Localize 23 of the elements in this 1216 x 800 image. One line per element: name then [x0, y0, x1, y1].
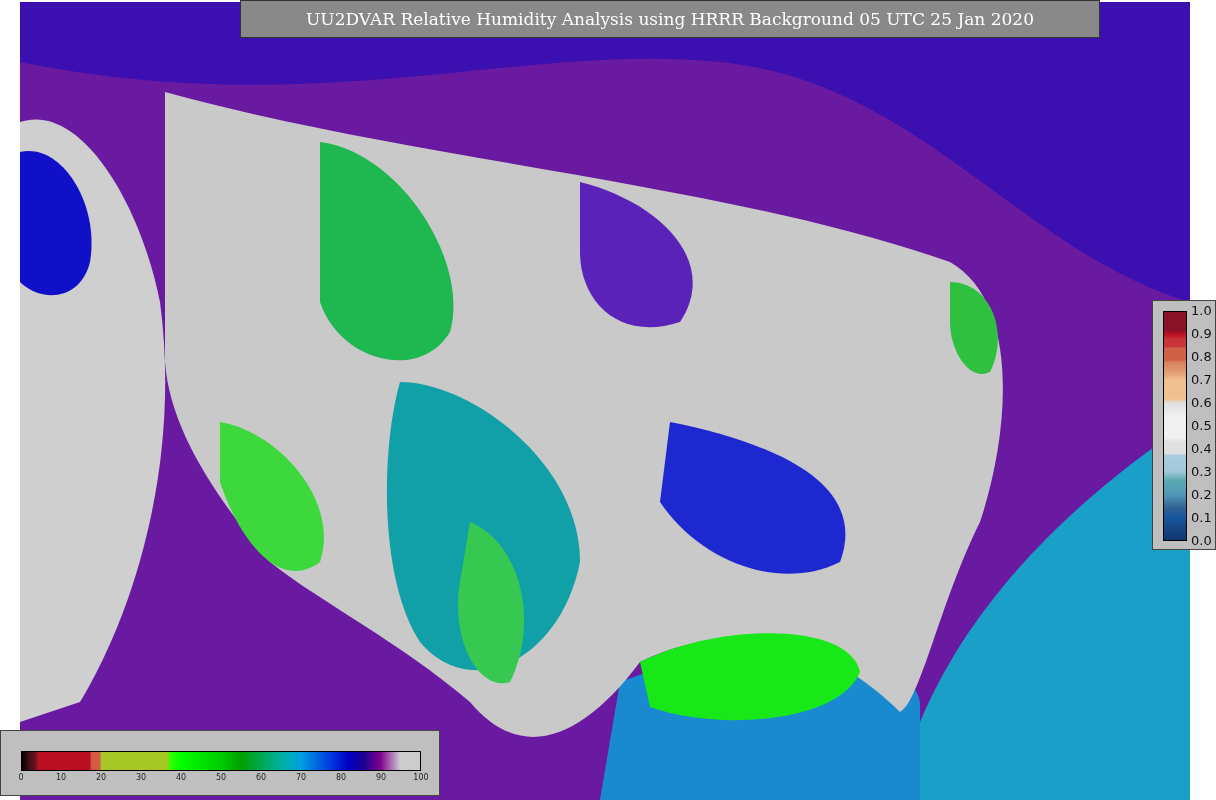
- scale-label: 30: [135, 773, 147, 782]
- scale-label: 0.1: [1191, 511, 1212, 525]
- scale-label: 0: [18, 773, 24, 782]
- scale-label: 50: [215, 773, 227, 782]
- scale-label: 0.9: [1191, 327, 1212, 341]
- scale-label: 80: [335, 773, 347, 782]
- scale-label: 10: [55, 773, 67, 782]
- scale-label: 0.0: [1191, 534, 1212, 548]
- scale-label: 0.7: [1191, 373, 1212, 387]
- scale-label: 0.6: [1191, 396, 1212, 410]
- scale-label: 0.5: [1191, 419, 1212, 433]
- scale-label: 0.8: [1191, 350, 1212, 364]
- map-title: UU2DVAR Relative Humidity Analysis using HRRR Background 05 UTC 25 Jan 2020: [240, 0, 1100, 38]
- scale-label: 0.2: [1191, 488, 1212, 502]
- scale-label: 70: [295, 773, 307, 782]
- scale-label: 40: [175, 773, 187, 782]
- scale-label: 1.0: [1191, 304, 1212, 318]
- scale-label: 60: [255, 773, 267, 782]
- scale-label: 90: [375, 773, 387, 782]
- scale-label: 0.3: [1191, 465, 1212, 479]
- scale-label: 100: [413, 773, 429, 782]
- scale-label: 0.4: [1191, 442, 1212, 456]
- scale-label: 20: [95, 773, 107, 782]
